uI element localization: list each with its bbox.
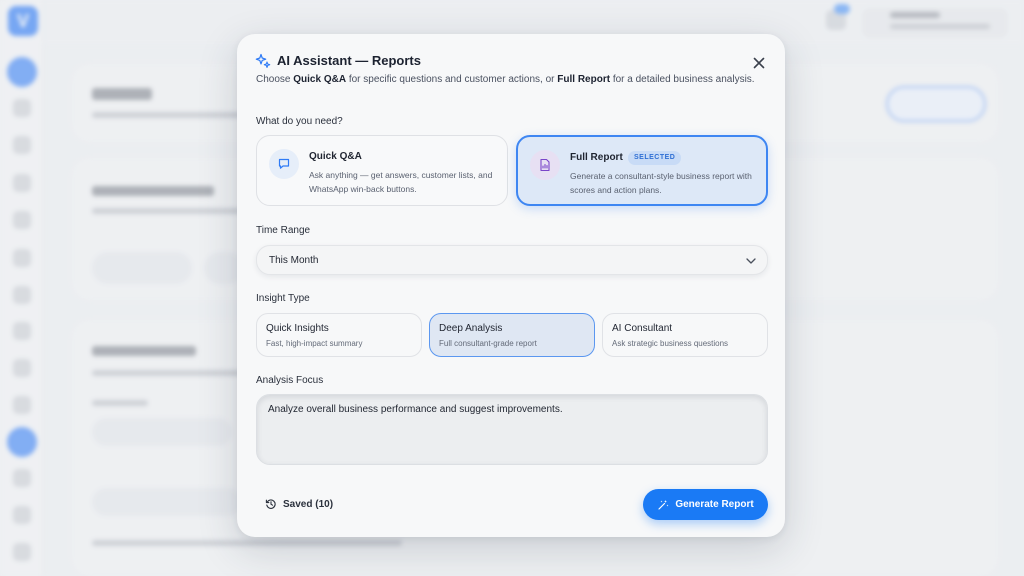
desc-text-2: for specific questions and customer acti…	[346, 74, 558, 85]
desc-bold-quick-qa: Quick Q&A	[293, 74, 347, 85]
analysis-focus-label: Analysis Focus	[256, 375, 324, 386]
chat-icon	[269, 149, 299, 179]
analysis-focus-textarea[interactable]: Analyze overall business performance and…	[256, 394, 768, 465]
insight-subtitle: Fast, high-impact summary	[266, 339, 363, 348]
close-icon[interactable]	[750, 54, 768, 72]
quick-qa-title: Quick Q&A	[309, 151, 362, 162]
quick-qa-option[interactable]: Quick Q&A Ask anything — get answers, cu…	[256, 135, 508, 206]
full-report-desc: Generate a consultant-style business rep…	[570, 171, 752, 195]
time-range-select[interactable]: This Month	[256, 245, 768, 275]
report-icon	[530, 150, 560, 180]
ai-assistant-modal: AI Assistant — Reports Choose Quick Q&A …	[237, 34, 785, 537]
desc-text-3: for a detailed business analysis.	[610, 74, 755, 85]
time-range-value: This Month	[269, 255, 319, 266]
chevron-down-icon	[746, 258, 756, 264]
insight-title: Deep Analysis	[439, 323, 503, 334]
generate-report-button[interactable]: Generate Report	[643, 489, 768, 520]
magic-wand-icon	[658, 499, 669, 510]
insight-subtitle: Ask strategic business questions	[612, 339, 729, 348]
selected-badge: SELECTED	[628, 151, 682, 165]
modal-title: AI Assistant — Reports	[277, 53, 421, 68]
quick-qa-desc: Ask anything — get answers, customer lis…	[309, 170, 493, 194]
desc-text-1: Choose	[256, 74, 294, 85]
insight-quick-insights[interactable]: Quick Insights Fast, high-impact summary	[256, 313, 422, 357]
modal-description: Choose Quick Q&A for specific questions …	[256, 73, 756, 88]
insight-deep-analysis[interactable]: Deep Analysis Full consultant-grade repo…	[429, 313, 595, 357]
insight-ai-consultant[interactable]: AI Consultant Ask strategic business que…	[602, 313, 768, 357]
insight-title: Quick Insights	[266, 323, 329, 334]
sparkles-icon	[255, 53, 271, 68]
full-report-title: Full Report	[570, 152, 623, 163]
saved-reports-button[interactable]: Saved (10)	[265, 495, 333, 513]
time-range-label: Time Range	[256, 225, 311, 236]
insight-title: AI Consultant	[612, 323, 673, 334]
history-icon	[265, 499, 276, 509]
need-label: What do you need?	[256, 116, 343, 127]
full-report-option[interactable]: Full Report SELECTED Generate a consulta…	[516, 135, 768, 206]
insight-subtitle: Full consultant-grade report	[439, 339, 537, 348]
generate-report-label: Generate Report	[675, 499, 754, 510]
desc-bold-full-report: Full Report	[557, 74, 611, 85]
saved-label: Saved (10)	[283, 498, 334, 510]
insight-type-label: Insight Type	[256, 293, 310, 304]
